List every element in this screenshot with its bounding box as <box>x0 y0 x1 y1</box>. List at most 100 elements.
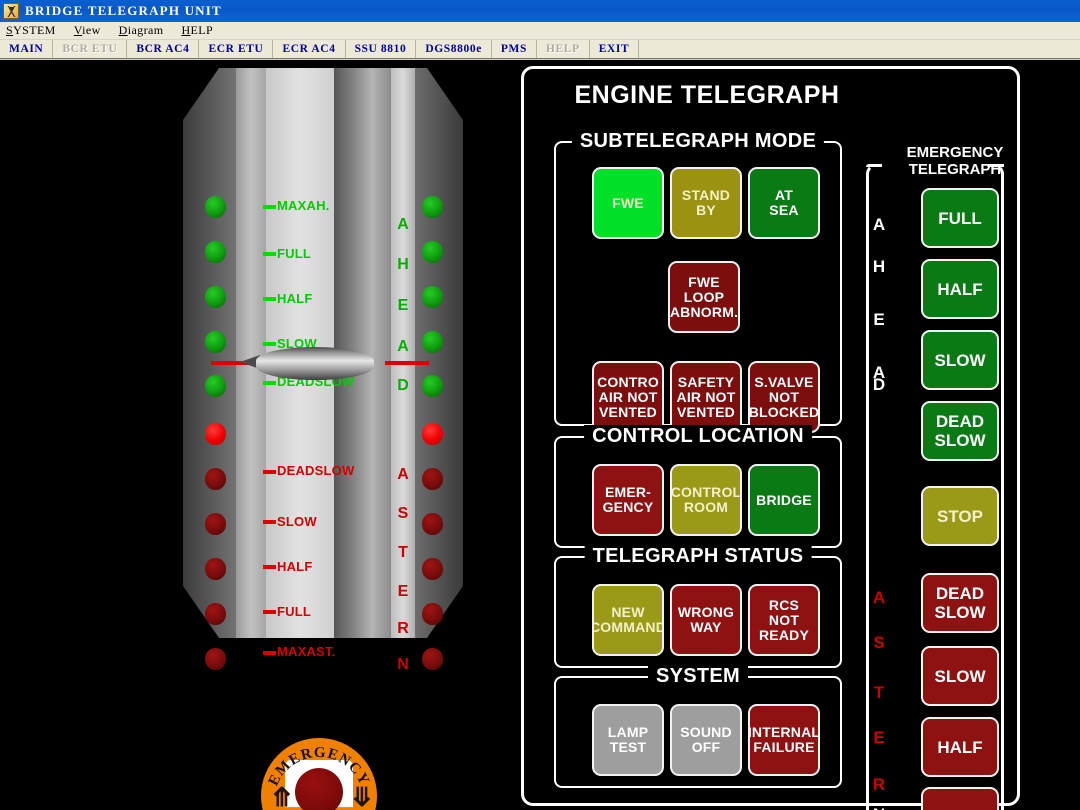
lamp-label-line: FWE <box>688 273 720 290</box>
lamp-label-line: NOT <box>768 388 800 405</box>
emergency-ahead-letter: D <box>872 375 886 394</box>
lamp-label-line: GENCY <box>602 499 654 515</box>
menu-item-system[interactable]: SYSTEM <box>6 23 56 38</box>
lamp-label-line: VENTED <box>677 403 735 420</box>
telegraph-label-line: SLOW <box>314 463 355 478</box>
telegraph-label-line: AH. <box>306 198 330 213</box>
emergency-astern-letter: S <box>873 633 885 652</box>
lamp-label-line: BRIDGE <box>756 491 812 508</box>
menu-item-view[interactable]: View <box>74 23 101 38</box>
emergency-lamp-ahead-dead-slow[interactable]: DEAD SLOW <box>921 401 999 461</box>
telegraph-led-left-active <box>205 423 226 445</box>
group-legend: SYSTEM <box>647 665 749 688</box>
toolbar-button-dgs8800e[interactable]: DGS8800e <box>416 40 492 58</box>
emergency-lamp-ahead-full[interactable]: FULL <box>921 188 999 248</box>
lamp-label-line: LAMP <box>607 724 649 740</box>
emergency-lamp-label-line: HALF <box>937 279 983 299</box>
group-legend: CONTROL LOCATION <box>584 425 812 448</box>
telegraph-tick-astern <box>263 565 276 569</box>
lamp-s-valve-not-blocked[interactable]: S.VALVE NOT BLOCKED <box>748 361 820 433</box>
telegraph-tick-ahead <box>263 205 276 209</box>
telegraph-ahead-letter: E <box>397 297 409 314</box>
telegraph-astern-letter: T <box>398 544 408 561</box>
toolbar-button-exit[interactable]: EXIT <box>590 40 640 58</box>
lamp-label-line: READY <box>758 626 809 643</box>
telegraph-ahead-letter: H <box>397 256 409 273</box>
lamp-at-sea[interactable]: AT SEA <box>748 167 820 239</box>
menu-item-diagram-rest: iagram <box>127 23 164 37</box>
emergency-lamp-ahead-half[interactable]: HALF <box>921 259 999 319</box>
toolbar-button-ecr-ac4[interactable]: ECR AC4 <box>273 40 346 58</box>
lamp-new-command[interactable]: NEW COMMAND <box>592 584 664 656</box>
lamp-label-line: STAND <box>681 187 731 203</box>
toolbar: MAIN BCR ETU BCR AC4 ECR ETU ECR AC4 SSU 8810… <box>0 40 1080 60</box>
telegraph-pointer[interactable] <box>183 340 463 388</box>
lamp-label-line: ABNORM. <box>669 303 739 320</box>
emergency-lamp-astern-full[interactable]: FULL <box>921 787 999 810</box>
group-control-location: CONTROL LOCATION EMER- GENCY CONTROL ROOM BRI… <box>554 425 842 548</box>
telegraph-label-astern: HALF <box>277 560 312 573</box>
lamp-rcs-not-ready[interactable]: RCS NOT READY <box>748 584 820 656</box>
toolbar-button-ecr-etu[interactable]: ECR ETU <box>199 40 274 58</box>
telegraph-tick-astern <box>263 610 276 614</box>
emergency-lamp-label-line: SLOW <box>934 603 986 622</box>
lamp-label-line: LOOP <box>683 288 725 305</box>
emergency-lamp-label-line: HALF <box>937 737 983 757</box>
menu-item-help-rest: ELP <box>190 23 214 37</box>
lamp-emer-gency[interactable]: EMER- GENCY <box>592 464 664 536</box>
workarea: MAXAH. FULL HALF SLOW DEADSLOW DEADSLOW SLOW HA… <box>0 60 1080 810</box>
lamp-control-room[interactable]: CONTROL ROOM <box>670 464 742 536</box>
lamp-label-line: BLOCKED <box>748 403 820 420</box>
menu-item-view-rest: iew <box>82 23 101 37</box>
group-legend: TELEGRAPH STATUS <box>584 545 812 568</box>
emergency-lamp-astern-slow[interactable]: SLOW <box>921 646 999 706</box>
emergency-astern-letter: T <box>873 683 885 702</box>
toolbar-button-main[interactable]: MAIN <box>0 40 54 58</box>
group-system: SYSTEM LAMP TEST SOUND OFF INTERNAL FAILURE <box>554 665 842 788</box>
emergency-lamp-astern-half[interactable]: HALF <box>921 717 999 777</box>
lamp-sound-off[interactable]: SOUND OFF <box>670 704 742 776</box>
emergency-lamp-ahead-slow[interactable]: SLOW <box>921 330 999 390</box>
telegraph-led-right <box>422 286 443 308</box>
pointer-body <box>256 347 374 380</box>
telegraph-led-left <box>205 648 226 670</box>
lamp-label-line: VENTED <box>599 403 657 420</box>
emergency-ahead-letter: E <box>873 310 885 329</box>
lamp-fwe[interactable]: FWE <box>592 167 664 239</box>
lamp-stand-by[interactable]: STAND BY <box>670 167 742 239</box>
emergency-lamp-stop-stop[interactable]: STOP <box>921 486 999 546</box>
telegraph-led-left <box>205 603 226 625</box>
lamp-label-line: AT <box>774 187 794 203</box>
telegraph-label-astern: FULL <box>277 605 311 618</box>
lamp-wrong-way[interactable]: WRONG WAY <box>670 584 742 656</box>
menu-item-diagram[interactable]: Diagram <box>119 23 164 38</box>
lamp-label-line: RCS <box>768 596 800 613</box>
telegraph-led-left <box>205 558 226 580</box>
lamp-label-line: S.VALVE <box>754 373 814 390</box>
emergency-astern-letter: E <box>873 728 885 747</box>
telegraph-label-line: SLOW <box>277 514 317 529</box>
menubar: SYSTEM View Diagram HELP <box>0 22 1080 40</box>
telegraph-label-line: MAX <box>277 198 307 213</box>
group-legend: SUBTELEGRAPH MODE <box>571 130 825 153</box>
telegraph-tick-astern <box>263 520 276 524</box>
telegraph-label-line: AST. <box>306 644 336 659</box>
lamp-bridge[interactable]: BRIDGE <box>748 464 820 536</box>
lamp-internal-failure[interactable]: INTERNAL FAILURE <box>748 704 820 776</box>
lamp-fwe-loop-abnorm-[interactable]: FWE LOOP ABNORM. <box>668 261 740 333</box>
telegraph-led-right <box>422 241 443 263</box>
emergency-astern-letter: A <box>872 588 886 607</box>
toolbar-button-bcr-ac4[interactable]: BCR AC4 <box>127 40 200 58</box>
telegraph-label-ahead: HALF <box>277 292 312 305</box>
lamp-safety-air-not-vented[interactable]: SAFETY AIR NOT VENTED <box>670 361 742 433</box>
emergency-stop-button[interactable]: EMERGENCY ⤊ ⤋ STOP <box>255 738 383 810</box>
lamp-lamp-test[interactable]: LAMP TEST <box>592 704 664 776</box>
toolbar-button-ssu-8810[interactable]: SSU 8810 <box>346 40 417 58</box>
emergency-lamp-astern-dead-slow[interactable]: DEAD SLOW <box>921 573 999 633</box>
emergency-ahead-letter: H <box>872 257 886 276</box>
lamp-contro-air-not-vented[interactable]: CONTRO AIR NOT VENTED <box>592 361 664 433</box>
menu-item-help[interactable]: HELP <box>181 23 213 38</box>
telegraph-led-right <box>422 558 443 580</box>
telegraph-led-left <box>205 196 226 218</box>
toolbar-button-pms[interactable]: PMS <box>492 40 537 58</box>
